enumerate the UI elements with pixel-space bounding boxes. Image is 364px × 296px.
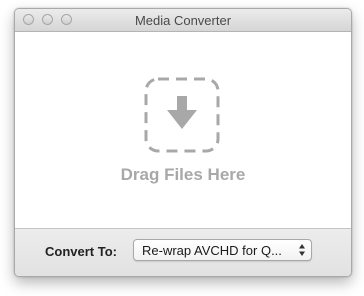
title-bar[interactable]: Media Converter bbox=[15, 9, 351, 32]
drop-target bbox=[144, 77, 220, 153]
convert-to-selected-value: Re-wrap AVCHD for Q... bbox=[142, 243, 282, 258]
up-down-arrows-icon bbox=[299, 244, 305, 256]
convert-to-label: Convert To: bbox=[45, 244, 117, 259]
convert-bar: Convert To: Re-wrap AVCHD for Q... bbox=[15, 229, 351, 276]
drag-files-label: Drag Files Here bbox=[120, 165, 246, 184]
convert-to-popup[interactable]: Re-wrap AVCHD for Q... bbox=[133, 239, 312, 261]
drop-target-frame bbox=[144, 77, 220, 153]
media-converter-window: Media Converter Drag Files Here Convert … bbox=[14, 8, 352, 277]
drop-zone[interactable]: Drag Files Here bbox=[15, 32, 351, 229]
down-arrow-icon bbox=[167, 96, 197, 129]
window-title: Media Converter bbox=[134, 13, 232, 28]
